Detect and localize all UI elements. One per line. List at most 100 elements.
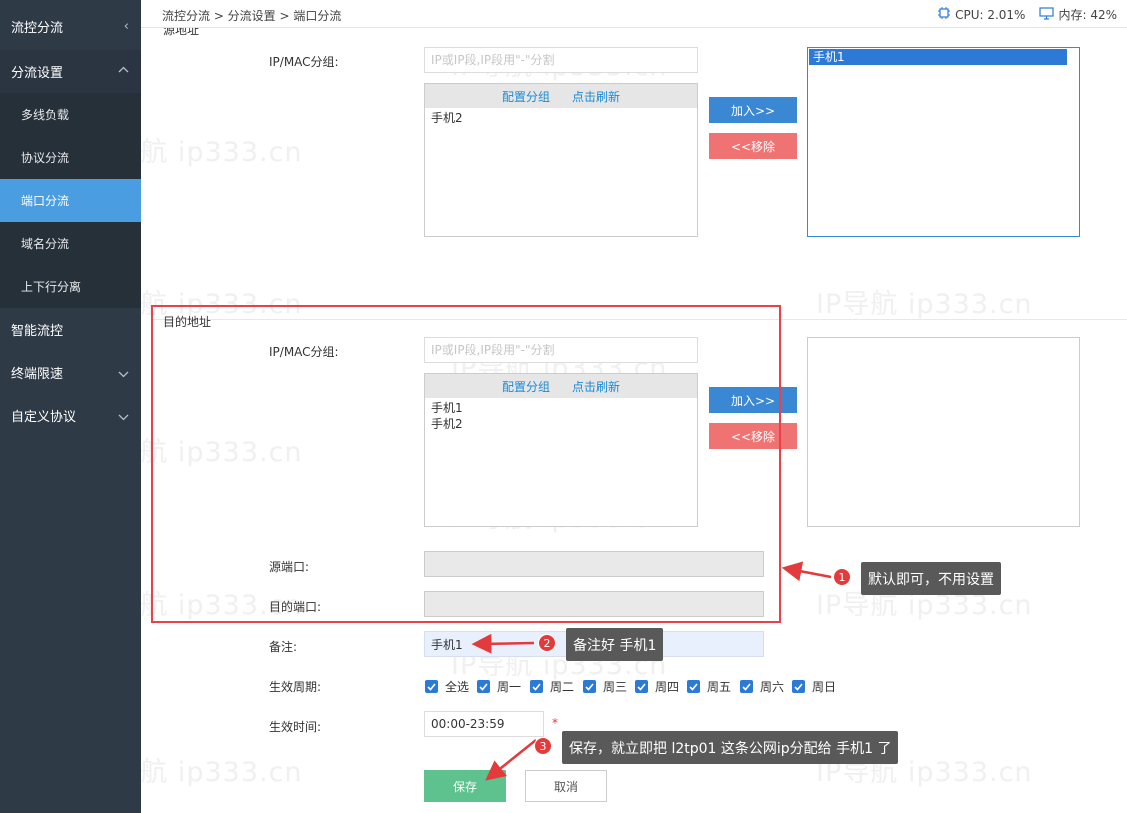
- dest-list-header: 配置分组 点击刷新: [425, 374, 697, 398]
- cancel-button[interactable]: 取消: [525, 770, 607, 802]
- remark-label: 备注:: [269, 640, 298, 654]
- sidebar: 流控分流 ‹ 分流设置 多线负载 协议分流 端口分流 域名分流 上下行分离 智能…: [0, 0, 141, 813]
- dest-remove-button[interactable]: <<移除: [709, 423, 797, 449]
- sidebar-item-label: 端口分流: [21, 194, 70, 208]
- check-icon: [477, 680, 490, 693]
- checkbox-label: 周日: [812, 680, 837, 694]
- time-label: 生效时间:: [269, 720, 322, 734]
- required-mark: *: [552, 716, 558, 730]
- annotation-badge-1: 1: [833, 568, 851, 586]
- source-ipmac-input[interactable]: [424, 47, 698, 73]
- sidebar-item-label: 多线负载: [21, 108, 70, 122]
- dest-selected-list[interactable]: [807, 337, 1080, 527]
- checkbox-wed[interactable]: 周三: [583, 678, 627, 695]
- chevron-down-icon: [118, 410, 129, 425]
- top-header: 流控分流 > 分流设置 > 端口分流 CPU: 2.01% 内存: 42%: [141, 0, 1127, 28]
- dest-section-title: 目的地址: [163, 315, 212, 329]
- breadcrumb: 流控分流 > 分流设置 > 端口分流: [162, 9, 342, 23]
- arrow-1: [781, 561, 832, 582]
- system-status: CPU: 2.01% 内存: 42%: [937, 6, 1117, 23]
- chevron-up-icon: [118, 62, 129, 77]
- source-list-header: 配置分组 点击刷新: [425, 84, 697, 108]
- source-remove-button[interactable]: <<移除: [709, 133, 797, 159]
- check-icon: [530, 680, 543, 693]
- sidebar-item-multiline[interactable]: 多线负载: [0, 93, 141, 136]
- check-icon: [583, 680, 596, 693]
- annotation-tip-2: 备注好 手机1: [566, 628, 664, 661]
- sidebar-item-terminal[interactable]: 终端限速: [0, 351, 141, 394]
- main-content: IP导航 ip333.cn IP导航 ip333.cn IP导航 ip333.c…: [141, 28, 1127, 813]
- config-group-link[interactable]: 配置分组: [502, 378, 550, 395]
- source-selected-list[interactable]: 手机1: [807, 47, 1080, 237]
- source-available-list[interactable]: 配置分组 点击刷新 手机2: [424, 83, 698, 237]
- dest-ipmac-input[interactable]: [424, 337, 698, 363]
- src-port-label: 源端口:: [269, 560, 310, 574]
- cpu-usage: CPU: 2.01%: [955, 7, 1026, 22]
- annotation-badge-2: 2: [538, 634, 556, 652]
- check-icon: [425, 680, 438, 693]
- cpu-icon: [937, 6, 955, 23]
- sidebar-item-label: 终端限速: [11, 367, 64, 382]
- dest-available-list[interactable]: 配置分组 点击刷新 手机1 手机2: [424, 373, 698, 527]
- annotation-tip-1: 默认即可，不用设置: [861, 562, 1001, 595]
- sidebar-item-label: 域名分流: [21, 237, 70, 251]
- sidebar-section-split[interactable]: 分流设置: [0, 50, 141, 93]
- watermark: IP导航 ip333.cn: [141, 437, 303, 468]
- checkbox-mon[interactable]: 周一: [477, 678, 521, 695]
- checkbox-label: 周六: [760, 680, 785, 694]
- checkbox-label: 全选: [445, 680, 470, 694]
- list-item[interactable]: 手机1: [425, 400, 697, 416]
- checkbox-label: 周五: [707, 680, 732, 694]
- dst-port-label: 目的端口:: [269, 600, 322, 614]
- sidebar-item-label: 智能流控: [11, 324, 64, 339]
- sidebar-title-label: 流控分流: [11, 21, 64, 36]
- checkbox-sun[interactable]: 周日: [792, 678, 836, 695]
- check-icon: [687, 680, 700, 693]
- checkbox-thu[interactable]: 周四: [635, 678, 679, 695]
- sidebar-item-updown[interactable]: 上下行分离: [0, 265, 141, 308]
- sidebar-title[interactable]: 流控分流 ‹: [0, 5, 141, 48]
- source-add-button[interactable]: 加入>>: [709, 97, 797, 123]
- checkbox-sat[interactable]: 周六: [740, 678, 784, 695]
- refresh-link[interactable]: 点击刷新: [572, 88, 620, 105]
- list-item-selected[interactable]: 手机1: [809, 49, 1067, 65]
- checkbox-fri[interactable]: 周五: [687, 678, 731, 695]
- sidebar-section-label: 分流设置: [11, 66, 64, 81]
- checkbox-tue[interactable]: 周二: [530, 678, 574, 695]
- annotation-badge-3: 3: [534, 737, 552, 755]
- sidebar-item-label: 协议分流: [21, 151, 70, 165]
- sidebar-item-label: 上下行分离: [21, 280, 82, 294]
- sidebar-item-protocol[interactable]: 协议分流: [0, 136, 141, 179]
- list-item[interactable]: 手机2: [425, 110, 697, 126]
- memory-usage: 内存: 42%: [1058, 8, 1117, 22]
- source-section-title: 源地址: [163, 28, 200, 37]
- save-button[interactable]: 保存: [424, 770, 506, 802]
- memory-icon: [1039, 6, 1058, 23]
- checkbox-label: 周三: [603, 680, 628, 694]
- period-label: 生效周期:: [269, 680, 322, 694]
- time-input[interactable]: [424, 711, 544, 737]
- dest-ipmac-label: IP/MAC分组:: [269, 345, 339, 359]
- sidebar-item-domain[interactable]: 域名分流: [0, 222, 141, 265]
- list-item[interactable]: 手机2: [425, 416, 697, 432]
- checkbox-label: 周四: [655, 680, 680, 694]
- sidebar-item-label: 自定义协议: [11, 410, 77, 425]
- refresh-link[interactable]: 点击刷新: [572, 378, 620, 395]
- watermark: IP导航 ip333.cn: [141, 137, 303, 168]
- check-icon: [635, 680, 648, 693]
- sidebar-item-custom[interactable]: 自定义协议: [0, 394, 141, 437]
- chevron-left-icon: ‹: [123, 19, 129, 34]
- checkbox-label: 周一: [497, 680, 522, 694]
- check-icon: [740, 680, 753, 693]
- check-icon: [792, 680, 805, 693]
- dest-add-button[interactable]: 加入>>: [709, 387, 797, 413]
- source-ipmac-label: IP/MAC分组:: [269, 55, 339, 69]
- src-port-input[interactable]: [424, 551, 764, 577]
- checkbox-select-all[interactable]: 全选: [425, 678, 469, 695]
- section-divider: [151, 319, 1127, 320]
- dst-port-input[interactable]: [424, 591, 764, 617]
- sidebar-item-smart[interactable]: 智能流控: [0, 308, 141, 351]
- sidebar-item-port[interactable]: 端口分流: [0, 179, 141, 222]
- config-group-link[interactable]: 配置分组: [502, 88, 550, 105]
- watermark: IP导航 ip333.cn: [816, 289, 1033, 320]
